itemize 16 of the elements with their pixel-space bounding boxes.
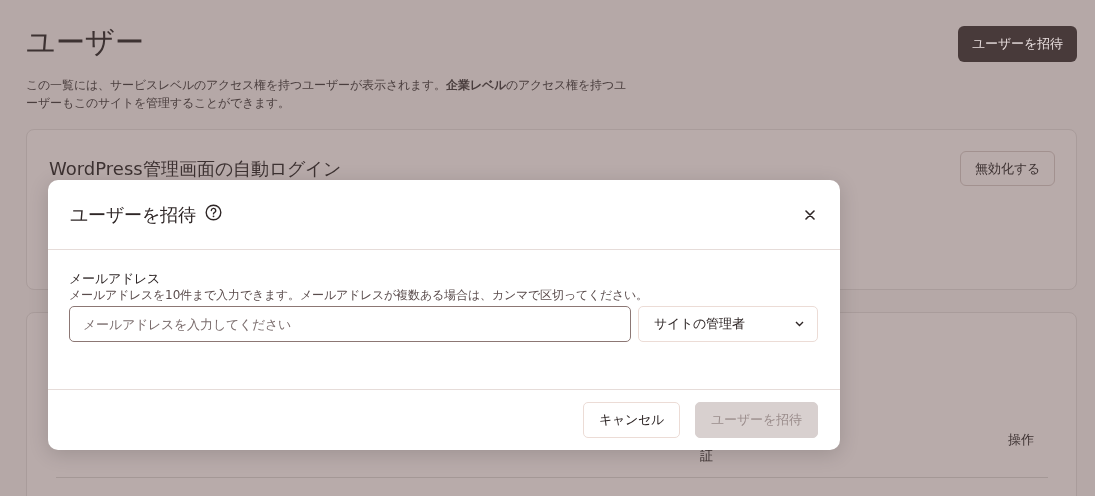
page-description: この一覧には、サービスレベルのアクセス権を持つユーザーが表示されます。企業レベルのアクセス権を持つユーザーもこのサイトを管理することができます。 bbox=[26, 77, 626, 112]
help-icon[interactable] bbox=[205, 204, 222, 221]
column-header: 操作 bbox=[1008, 431, 1034, 449]
invite-user-button[interactable]: ユーザーを招待 bbox=[958, 26, 1077, 62]
email-input[interactable]: メールアドレスを入力してください bbox=[69, 306, 631, 342]
cancel-button[interactable]: キャンセル bbox=[583, 402, 680, 438]
disable-button[interactable]: 無効化する bbox=[960, 151, 1055, 186]
card-title: WordPress管理画面の自動ログイン bbox=[49, 157, 341, 181]
email-hint: メールアドレスを10件まで入力できます。メールアドレスが複数ある場合は、カンマで区切ってください。 bbox=[69, 288, 650, 303]
chevron-down-icon bbox=[795, 321, 804, 327]
close-icon[interactable] bbox=[805, 209, 815, 220]
email-label: メールアドレス bbox=[69, 271, 161, 287]
role-select[interactable]: サイトの管理者 bbox=[638, 306, 818, 342]
dialog-title: ユーザーを招待 bbox=[70, 202, 196, 227]
page-title: ユーザー bbox=[26, 26, 145, 58]
column-header: 証 bbox=[700, 447, 713, 465]
